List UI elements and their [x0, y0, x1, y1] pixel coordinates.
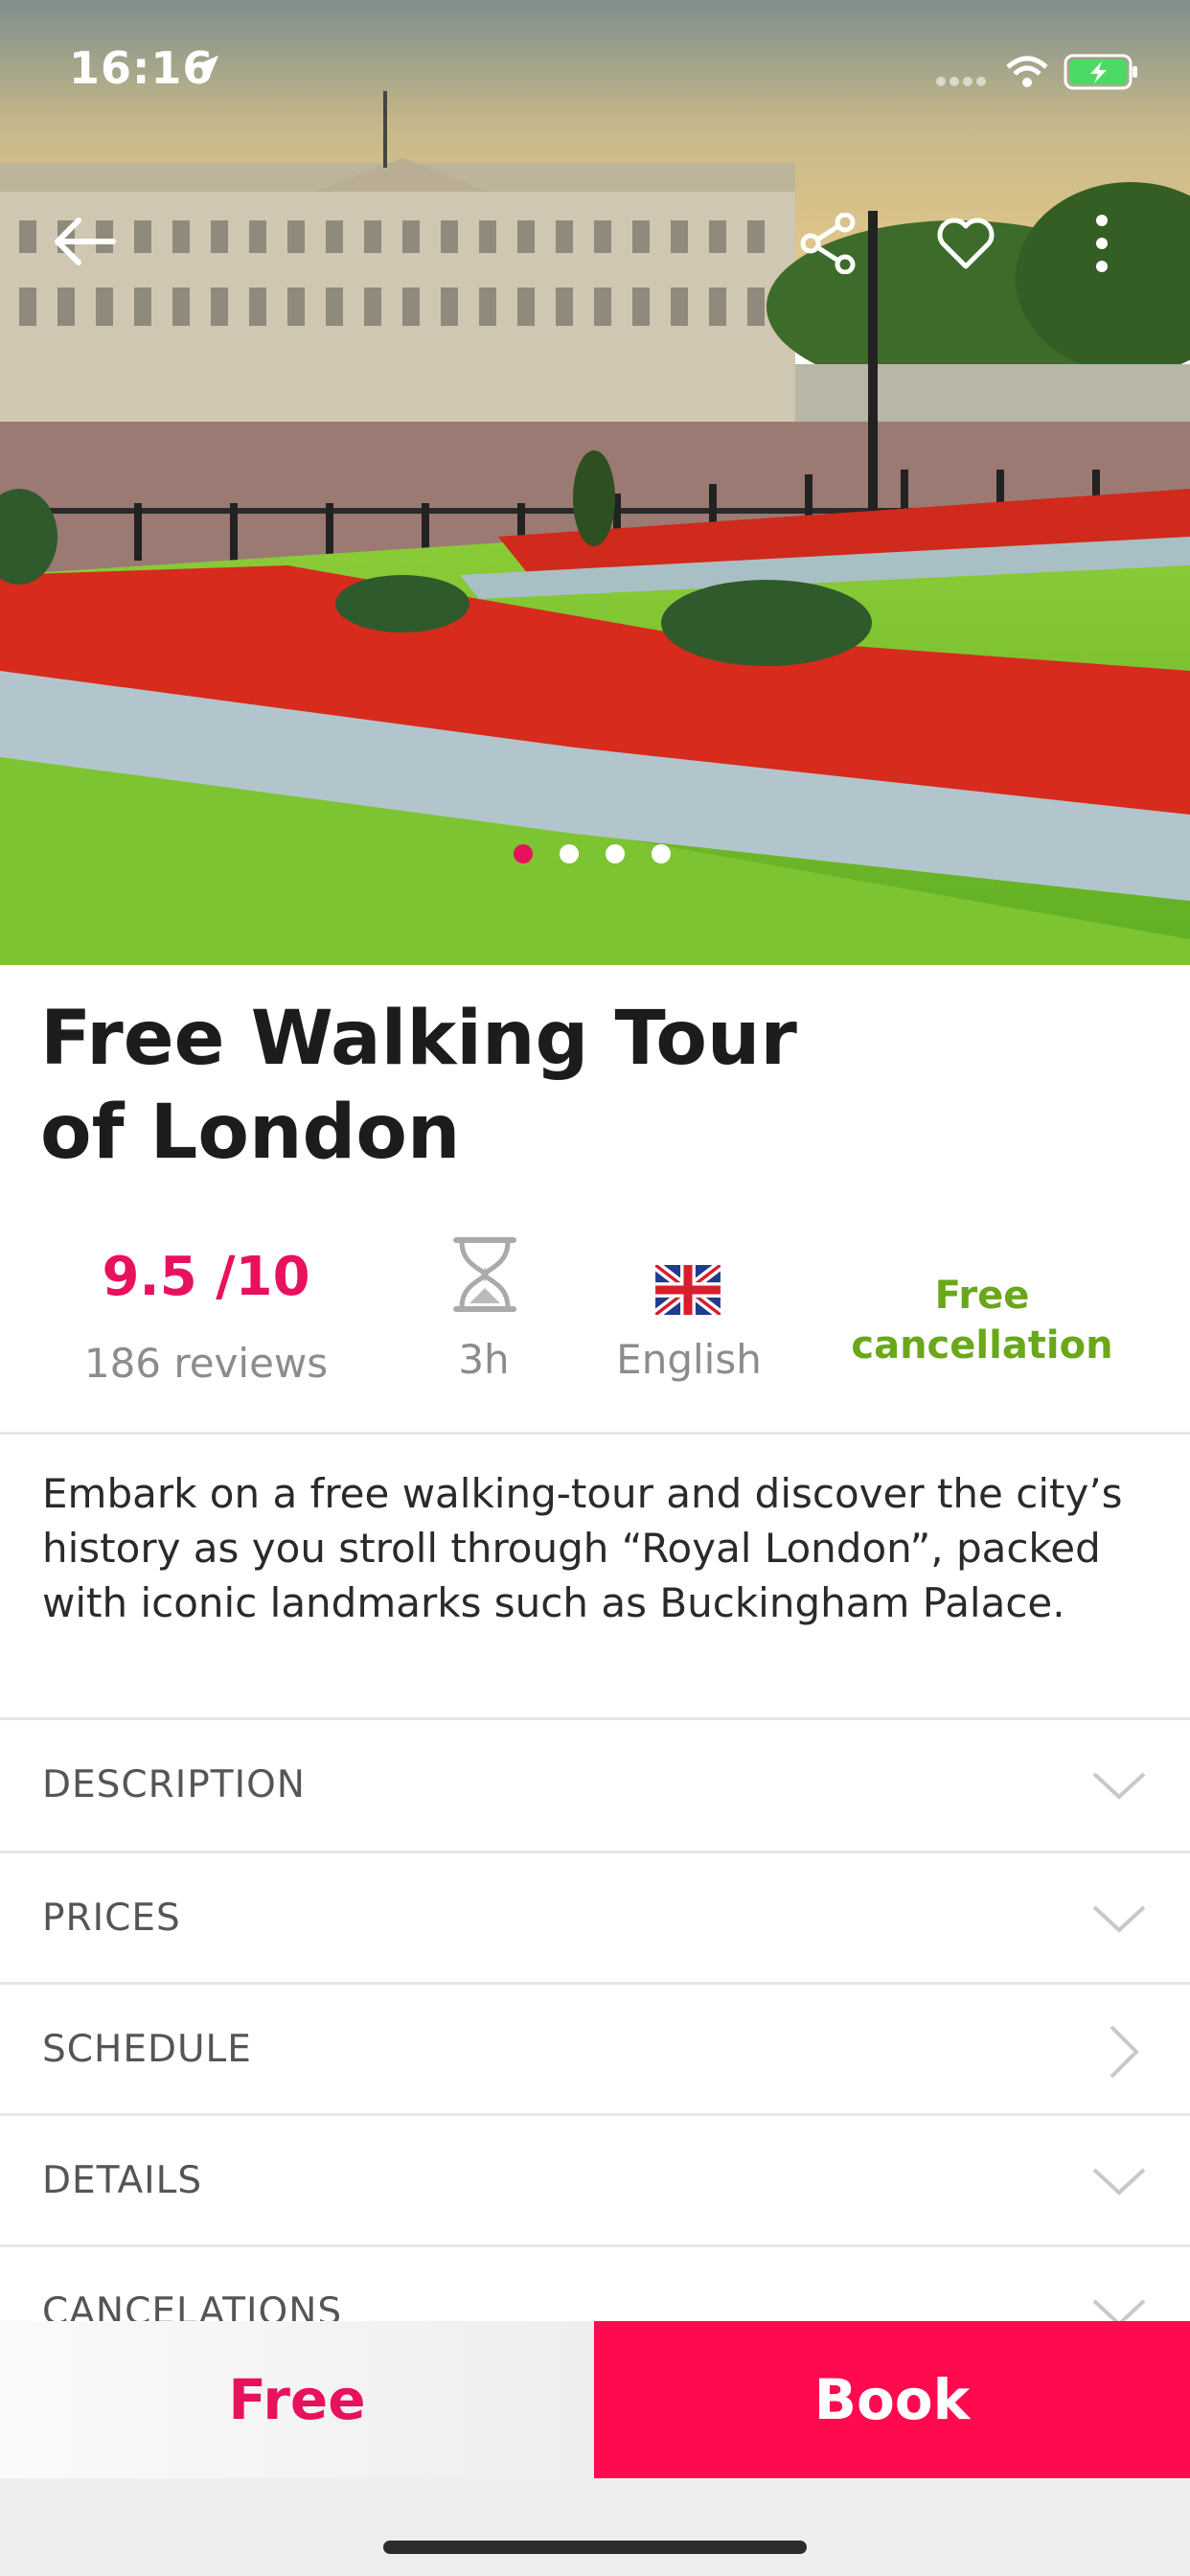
price-box: Free — [0, 2321, 594, 2478]
cancellation-line2: cancellation — [851, 1323, 1113, 1368]
section-description[interactable]: DESCRIPTION — [0, 1720, 1190, 1851]
book-button[interactable]: Book — [594, 2321, 1190, 2478]
carousel-dot-3[interactable] — [606, 844, 625, 863]
tour-title: Free Walking Tour of London — [40, 992, 998, 1180]
tour-language: English — [616, 1336, 762, 1383]
uk-flag-icon — [655, 1265, 721, 1315]
battery-charging-icon — [1064, 54, 1137, 90]
section-label: SCHEDULE — [42, 2028, 252, 2071]
carousel-dot-2[interactable] — [560, 844, 579, 863]
carousel-dot-4[interactable] — [652, 844, 671, 863]
tour-duration: 3h — [458, 1336, 510, 1383]
hero-image-carousel[interactable]: 16:16 — [0, 0, 1190, 965]
tour-title-line1: Free Walking Tour — [40, 996, 797, 1082]
section-label: DESCRIPTION — [42, 1763, 306, 1806]
section-cancelations[interactable]: CANCELATIONS — [0, 2247, 1190, 2321]
section-label: DETAILS — [42, 2159, 203, 2202]
chevron-down-icon — [1092, 2168, 1146, 2196]
booking-bar: Free Book — [0, 2321, 1190, 2478]
heart-icon[interactable] — [935, 217, 996, 270]
rating-score[interactable]: 9.5 /10 — [57, 1246, 355, 1308]
chevron-down-icon — [1092, 2299, 1146, 2321]
hero-photo — [0, 0, 1190, 965]
cancellation-line1: Free — [934, 1274, 1030, 1318]
status-bar: 16:16 — [0, 0, 1190, 144]
chevron-down-icon — [1092, 1772, 1146, 1800]
chevron-down-icon — [1092, 1905, 1146, 1933]
share-icon[interactable] — [799, 213, 857, 274]
reviews-count[interactable]: 186 reviews — [57, 1340, 355, 1387]
divider — [0, 1432, 1190, 1435]
location-arrow-icon — [194, 56, 218, 80]
hourglass-icon — [453, 1237, 516, 1312]
section-details[interactable]: DETAILS — [0, 2116, 1190, 2246]
cellular-signal-icon — [936, 77, 986, 86]
tour-summary: Embark on a free walking-tour and discov… — [42, 1470, 1123, 1626]
price-label: Free — [228, 2367, 366, 2432]
carousel-indicator[interactable] — [514, 844, 676, 865]
tour-title-line2: of London — [40, 1090, 461, 1176]
home-indicator-area — [0, 2478, 1190, 2576]
back-arrow-icon[interactable] — [50, 215, 117, 268]
more-vertical-icon[interactable] — [1090, 213, 1113, 274]
section-schedule[interactable]: SCHEDULE — [0, 1985, 1190, 2115]
section-label: PRICES — [42, 1897, 181, 1940]
section-label: CANCELATIONS — [42, 2290, 343, 2321]
wifi-icon — [1006, 56, 1048, 87]
carousel-dot-1[interactable] — [514, 844, 533, 863]
free-cancellation-badge: Free cancellation — [834, 1271, 1131, 1370]
chevron-right-icon — [1110, 2025, 1139, 2079]
section-prices[interactable]: PRICES — [0, 1853, 1190, 1984]
home-indicator[interactable] — [383, 2541, 807, 2554]
